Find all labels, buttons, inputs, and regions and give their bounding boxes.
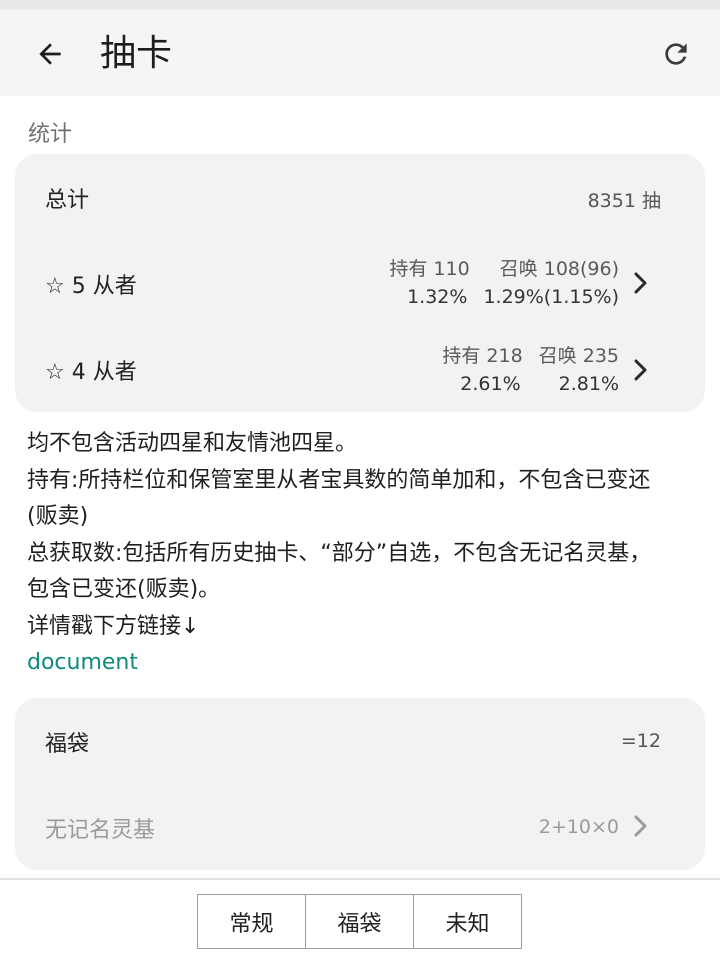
app-bar: 抽卡 — [0, 10, 720, 96]
lucky-bag-value: =12 — [620, 730, 661, 752]
lucky-bag-label: 福袋 — [45, 732, 90, 757]
refresh-button[interactable] — [654, 32, 698, 76]
chevron-right-icon — [634, 272, 647, 294]
tab-lucky-bag[interactable]: 福袋 — [305, 895, 413, 948]
document-link[interactable]: document — [27, 645, 697, 682]
notes-text: 均不包含活动四星和友情池四星。 持有:所持栏位和保管室里从者宝具数的简单加和，不… — [27, 426, 697, 682]
status-bar — [0, 0, 720, 10]
lucky-bag-card: 福袋 =12 无记名灵基 2+10×0 — [15, 698, 705, 870]
note-line: 详情戳下方链接↓ — [27, 613, 200, 639]
tab-regular[interactable]: 常规 — [198, 895, 305, 948]
unregistered-label: 无记名灵基 — [45, 818, 156, 843]
five-star-summon-rate: 1.29%(1.15%) — [483, 286, 619, 308]
section-label-stats: 统计 — [28, 122, 73, 147]
note-line: 包含已变还(贩卖)。 — [27, 577, 221, 602]
note-line: 持有:所持栏位和保管室里从者宝具数的简单加和，不包含已变还 — [27, 467, 651, 493]
bottom-divider — [0, 878, 720, 880]
total-label: 总计 — [45, 188, 90, 213]
five-star-summon: 召唤 108(96) — [499, 258, 619, 280]
unregistered-value: 2+10×0 — [538, 816, 619, 838]
note-line: (贩卖) — [27, 504, 89, 529]
five-star-rates: 持有 110 召唤 108(96) 1.32% 1.29%(1.15%) — [389, 255, 619, 311]
four-star-summon: 召唤 235 — [538, 345, 619, 367]
five-star-owned: 持有 110 — [389, 258, 470, 280]
five-star-owned-rate: 1.32% — [407, 286, 468, 308]
note-line: 均不包含活动四星和友情池四星。 — [27, 431, 358, 456]
unregistered-chevron-right-icon[interactable] — [629, 812, 651, 840]
five-star-label: ☆ 5 从者 — [45, 274, 137, 299]
page-title: 抽卡 — [100, 33, 173, 74]
four-star-rates: 持有 218 召唤 235 2.61% 2.81% — [442, 342, 619, 398]
stats-card: 总计 8351 抽 ☆ 5 从者 持有 110 召唤 108(96) 1.32% 1… — [15, 154, 705, 412]
refresh-icon — [665, 43, 687, 65]
note-line: 总获取数:包括所有历史抽卡、“部分”自选，不包含无记名灵基， — [27, 540, 652, 566]
tab-unknown[interactable]: 未知 — [413, 895, 521, 948]
five-star-chevron-right-icon[interactable] — [629, 269, 651, 297]
total-value: 8351 抽 — [587, 190, 661, 212]
four-star-summon-rate: 2.81% — [558, 373, 619, 395]
four-star-owned: 持有 218 — [442, 345, 523, 367]
segment-control: 常规 福袋 未知 — [197, 894, 522, 949]
back-button[interactable] — [28, 32, 72, 76]
four-star-owned-rate: 2.61% — [460, 373, 521, 395]
four-star-label: ☆ 4 从者 — [45, 360, 137, 385]
chevron-right-icon — [634, 815, 647, 837]
chevron-right-icon — [634, 359, 647, 381]
arrow-left-icon — [39, 43, 61, 65]
four-star-chevron-right-icon[interactable] — [629, 356, 651, 384]
